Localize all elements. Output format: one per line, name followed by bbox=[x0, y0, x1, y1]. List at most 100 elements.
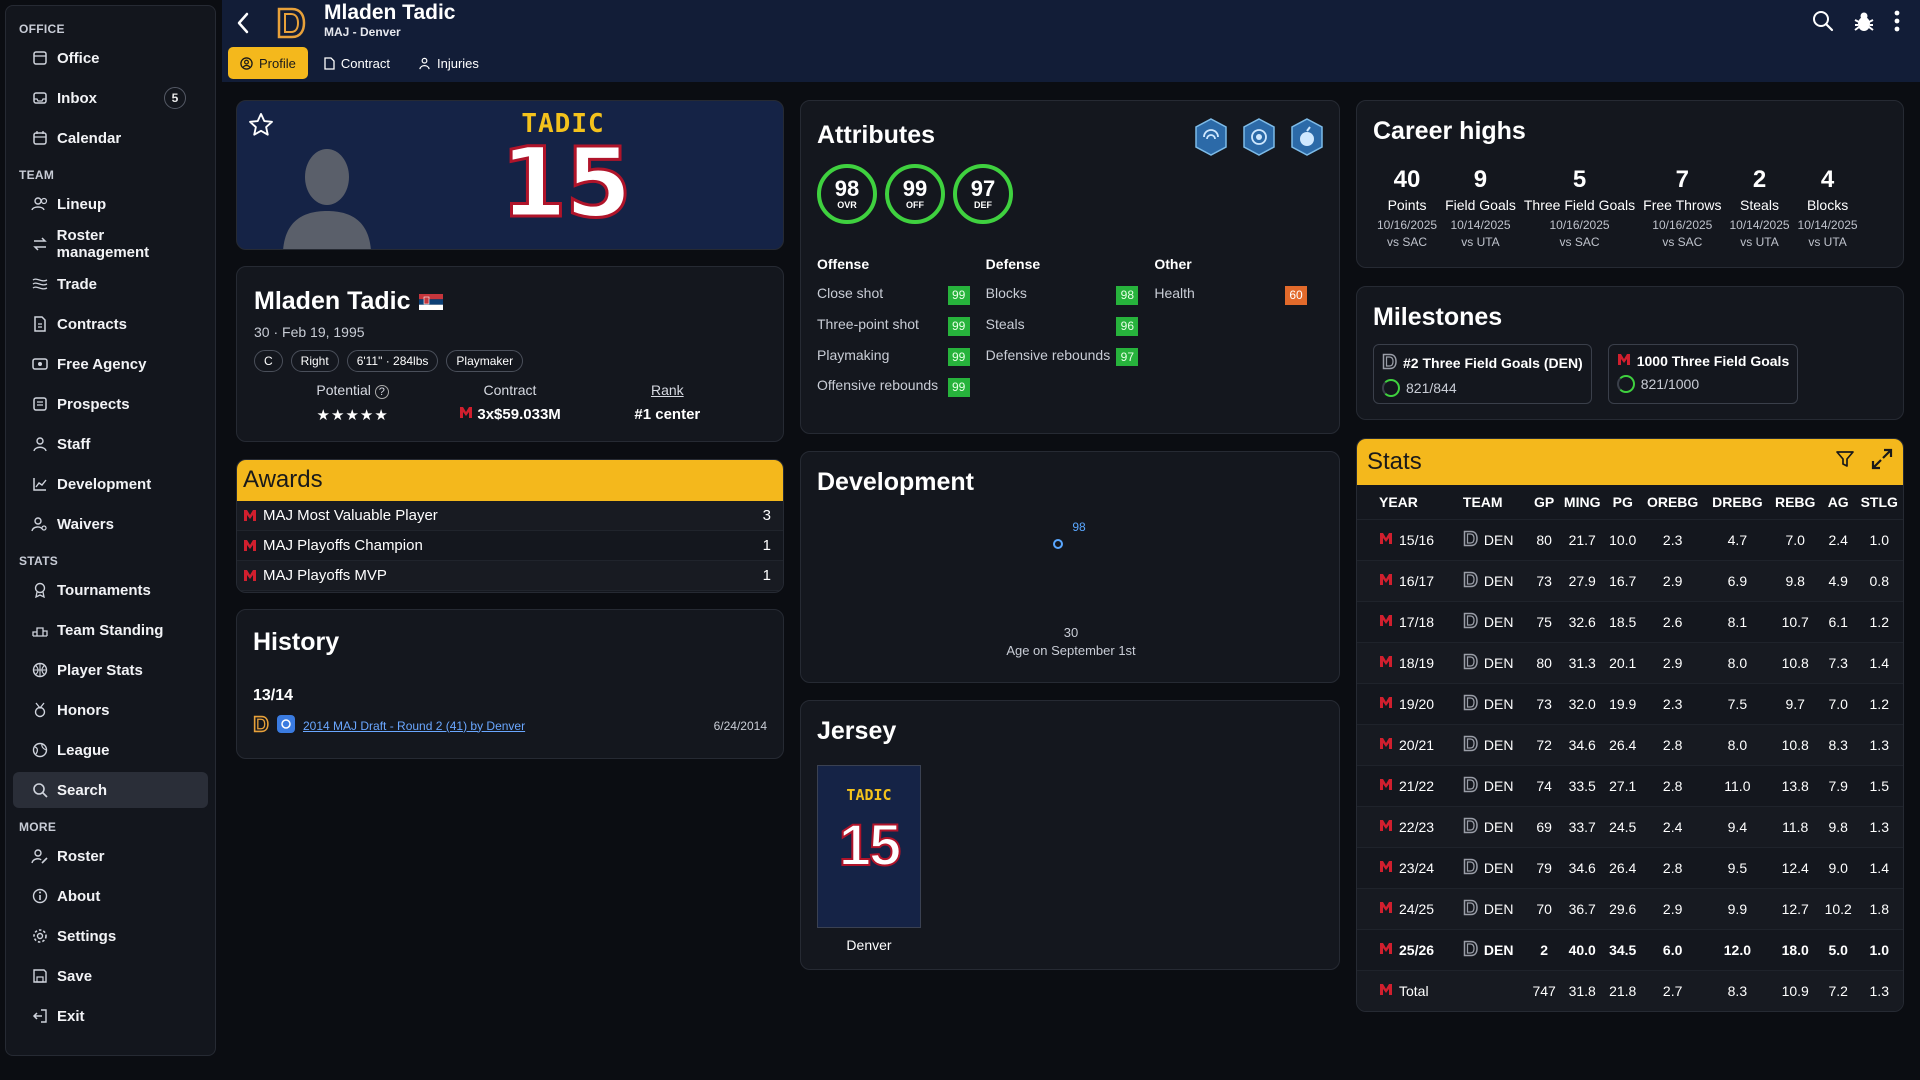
milestone-item[interactable]: 1000 Three Field Goals 821/1000 bbox=[1607, 344, 1799, 404]
sidebar-item-player-stats[interactable]: Player Stats bbox=[13, 652, 208, 688]
stat-cell: 7.2 bbox=[1820, 969, 1856, 1011]
column-gp[interactable]: GP bbox=[1529, 485, 1559, 519]
award-row: MAJ Playoffs MVP 1 bbox=[237, 561, 783, 591]
signal-badge-icon[interactable] bbox=[1193, 117, 1229, 161]
table-row[interactable]: 20/21 DEN 72 34.6 26.4 2.8 8.0 10.8 8.3 1.3 bbox=[1357, 723, 1903, 765]
serbia-flag-icon bbox=[418, 293, 443, 310]
sidebar-item-settings[interactable]: Settings bbox=[13, 918, 208, 954]
column-orebg[interactable]: OREBG bbox=[1640, 485, 1705, 519]
table-row[interactable]: 15/16 DEN 80 21.7 10.0 2.3 4.7 7.0 2.4 1.0 bbox=[1357, 518, 1903, 560]
tabs: Profile Contract Injuries bbox=[228, 47, 491, 79]
sidebar-item-contracts[interactable]: Contracts bbox=[13, 306, 208, 342]
sidebar-item-waivers[interactable]: Waivers bbox=[13, 506, 208, 542]
expand-icon[interactable] bbox=[1871, 448, 1893, 477]
stat-cell: 8.1 bbox=[1705, 600, 1770, 642]
award-row: MAJ Most Valuable Player 3 bbox=[237, 501, 783, 531]
development-point[interactable] bbox=[1053, 539, 1063, 549]
sidebar-item-tournaments[interactable]: Tournaments bbox=[13, 572, 208, 608]
table-row[interactable]: 24/25 DEN 70 36.7 29.6 2.9 9.9 12.7 10.2 1.8 bbox=[1357, 887, 1903, 929]
attribute-blocks: Blocks 98 bbox=[986, 284, 1155, 305]
sidebar-item-roster-management[interactable]: Roster management bbox=[13, 226, 208, 262]
trade-icon bbox=[31, 275, 49, 293]
sidebar-item-lineup[interactable]: Lineup bbox=[13, 186, 208, 222]
sidebar-item-trade[interactable]: Trade bbox=[13, 266, 208, 302]
stat-cell: 33.7 bbox=[1558, 805, 1606, 847]
table-row[interactable]: 19/20 DEN 73 32.0 19.9 2.3 7.5 9.7 7.0 1.2 bbox=[1357, 682, 1903, 724]
sidebar-item-about[interactable]: About bbox=[13, 878, 208, 914]
draft-history-link[interactable]: 2014 MAJ Draft - Round 2 (41) by Denver bbox=[303, 719, 714, 733]
career-high-date: 10/16/2025 bbox=[1549, 218, 1610, 232]
table-row[interactable]: 23/24 DEN 79 34.6 26.4 2.8 9.5 12.4 9.0 1.4 bbox=[1357, 846, 1903, 888]
table-row[interactable]: 18/19 DEN 80 31.3 20.1 2.9 8.0 10.8 7.3 1.4 bbox=[1357, 641, 1903, 683]
table-row[interactable]: 16/17 DEN 73 27.9 16.7 2.9 6.9 9.8 4.9 0.8 bbox=[1357, 559, 1903, 601]
sidebar-item-staff[interactable]: Staff bbox=[13, 426, 208, 462]
jersey-preview[interactable]: TADIC 15 bbox=[817, 765, 921, 928]
column-stlg[interactable]: STLG bbox=[1856, 485, 1904, 519]
apple-badge-icon[interactable] bbox=[1289, 117, 1325, 161]
table-row[interactable]: 25/26 DEN 2 40.0 34.5 6.0 12.0 18.0 5.0 1.0 bbox=[1357, 928, 1903, 970]
career-high-value: 9 bbox=[1473, 166, 1488, 193]
tab-profile[interactable]: Profile bbox=[228, 47, 308, 79]
sidebar-item-calendar[interactable]: Calendar bbox=[13, 120, 208, 156]
history-title: History bbox=[253, 628, 340, 656]
target-badge-icon[interactable] bbox=[1241, 117, 1277, 161]
career-high-date: 10/14/2025 bbox=[1797, 218, 1858, 232]
season-year: 17/18 bbox=[1399, 613, 1435, 630]
sidebar-item-search[interactable]: Search bbox=[13, 772, 208, 808]
column-ag[interactable]: AG bbox=[1821, 485, 1856, 519]
column-ming[interactable]: MING bbox=[1559, 485, 1605, 519]
stat-cell: 9.4 bbox=[1705, 805, 1770, 847]
attribute-label: Offensive rebounds bbox=[817, 377, 939, 394]
sidebar-item-office[interactable]: Office bbox=[13, 40, 208, 76]
ovr-rating: 98 OVR bbox=[817, 164, 877, 224]
sidebar-item-honors[interactable]: Honors bbox=[13, 692, 208, 728]
sidebar-item-roster[interactable]: Roster bbox=[13, 838, 208, 874]
stat-cell: 26.4 bbox=[1605, 723, 1641, 765]
column-drebg[interactable]: DREBG bbox=[1705, 485, 1769, 519]
column-rebg[interactable]: REBG bbox=[1770, 485, 1821, 519]
career-high-field-goals: 9 Field Goals 10/14/2025 vs UTA bbox=[1441, 168, 1520, 252]
sidebar-item-development[interactable]: Development bbox=[13, 466, 208, 502]
sidebar-item-team-standing[interactable]: Team Standing bbox=[13, 612, 208, 648]
position-chip: C bbox=[254, 350, 283, 372]
sidebar-item-label: Honors bbox=[57, 701, 110, 719]
tab-injuries[interactable]: Injuries bbox=[406, 47, 491, 79]
career-high-label: Blocks bbox=[1806, 197, 1849, 213]
help-circle-icon[interactable]: ? bbox=[374, 385, 389, 399]
search-icon[interactable] bbox=[1812, 10, 1834, 38]
career-highs-card: Career highs 40 Points 10/16/2025 vs SAC 9 Fi… bbox=[1356, 100, 1904, 268]
denver-logo-icon bbox=[1463, 694, 1478, 714]
sidebar-item-label: Search bbox=[57, 781, 108, 799]
table-row[interactable]: 17/18 DEN 75 32.6 18.5 2.6 8.1 10.7 6.1 1.2 bbox=[1357, 600, 1903, 642]
denver-logo-icon bbox=[1463, 530, 1478, 550]
stat-cell: 7.5 bbox=[1705, 682, 1770, 724]
milestones-row: #2 Three Field Goals (DEN) 821/844 1000 Th… bbox=[1373, 344, 1887, 404]
table-row[interactable]: 21/22 DEN 74 33.5 27.1 2.8 11.0 13.8 7.9 1.5 bbox=[1357, 764, 1903, 806]
sidebar-item-inbox[interactable]: Inbox 5 bbox=[13, 80, 208, 116]
potential-block: Potential ? ★★★★★ bbox=[274, 382, 431, 424]
sidebar-item-label: Free Agency bbox=[57, 355, 147, 373]
favorite-star-icon[interactable] bbox=[247, 111, 275, 143]
more-vertical-icon[interactable] bbox=[1894, 10, 1900, 38]
sidebar-item-save[interactable]: Save bbox=[13, 958, 208, 994]
stat-cell: 72 bbox=[1529, 723, 1559, 765]
career-high-three-field-goals: 5 Three Field Goals 10/16/2025 vs SAC bbox=[1520, 168, 1639, 252]
sidebar-item-free-agency[interactable]: Free Agency bbox=[13, 346, 208, 382]
rank-link[interactable]: Rank bbox=[589, 382, 746, 398]
filter-icon[interactable] bbox=[1835, 448, 1855, 477]
jersey-title: Jersey bbox=[817, 717, 897, 745]
stat-cell: 7.9 bbox=[1820, 764, 1856, 806]
stat-cell: 7.0 bbox=[1769, 518, 1821, 560]
table-row[interactable]: 22/23 DEN 69 33.7 24.5 2.4 9.4 11.8 9.8 1.3 bbox=[1357, 805, 1903, 847]
milestone-item[interactable]: #2 Three Field Goals (DEN) 821/844 bbox=[1373, 344, 1592, 404]
column-pg[interactable]: PG bbox=[1605, 485, 1640, 519]
tab-contract[interactable]: Contract bbox=[312, 47, 402, 79]
sidebar-item-exit[interactable]: Exit bbox=[13, 998, 208, 1034]
column-team[interactable]: TEAM bbox=[1455, 485, 1529, 519]
column-year[interactable]: YEAR bbox=[1357, 485, 1455, 519]
sidebar-item-league[interactable]: League bbox=[13, 732, 208, 768]
back-arrow-icon[interactable] bbox=[236, 12, 250, 38]
bug-icon[interactable] bbox=[1852, 10, 1876, 38]
top-bar: Mladen Tadic MAJ - Denver Profile Contra… bbox=[222, 0, 1920, 82]
sidebar-item-prospects[interactable]: Prospects bbox=[13, 386, 208, 422]
